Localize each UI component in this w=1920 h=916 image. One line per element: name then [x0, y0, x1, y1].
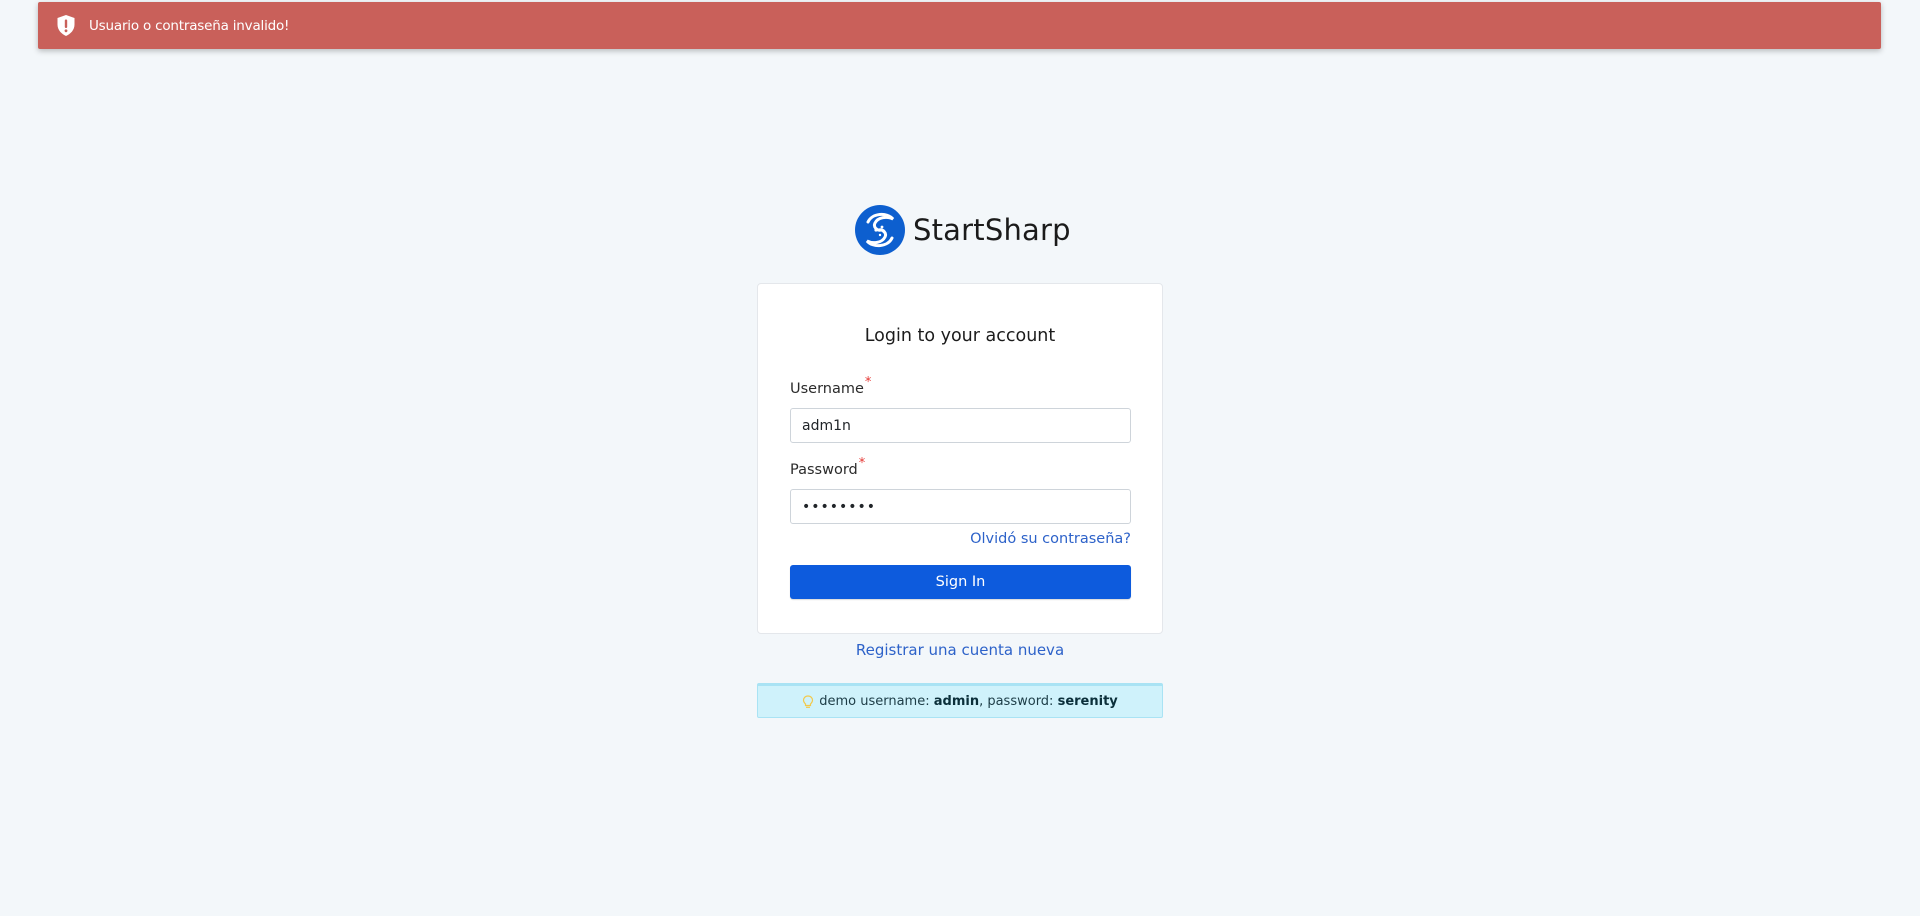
shield-exclamation-icon: [55, 14, 77, 38]
forgot-password-link[interactable]: Olvidó su contraseña?: [970, 531, 1131, 547]
username-label-text: Username: [790, 381, 864, 397]
lightbulb-icon: [803, 694, 814, 708]
demo-separator: , password:: [979, 694, 1058, 709]
required-marker: *: [858, 456, 866, 471]
brand-name: StartSharp: [913, 212, 1071, 247]
username-input[interactable]: [790, 408, 1131, 443]
brand-logo: StartSharp: [854, 203, 1071, 256]
login-card: Login to your account Username* Password…: [757, 283, 1163, 634]
username-label: Username*: [790, 375, 871, 397]
password-label-text: Password: [790, 462, 858, 478]
demo-username: admin: [933, 694, 980, 709]
demo-prefix: demo username:: [819, 694, 934, 709]
required-marker: *: [864, 375, 872, 390]
sign-in-button[interactable]: Sign In: [790, 565, 1131, 599]
error-message: Usuario o contraseña invalido!: [89, 17, 290, 34]
startsharp-logo-icon: [855, 204, 905, 255]
password-input[interactable]: [790, 489, 1131, 524]
register-link[interactable]: Registrar una cuenta nueva: [757, 641, 1163, 659]
demo-password: serenity: [1057, 694, 1118, 709]
error-toast[interactable]: Usuario o contraseña invalido!: [38, 2, 1881, 49]
demo-credentials-hint: demo username: admin, password: serenity: [757, 683, 1163, 718]
login-title: Login to your account: [864, 326, 1056, 346]
password-label: Password*: [790, 456, 865, 478]
